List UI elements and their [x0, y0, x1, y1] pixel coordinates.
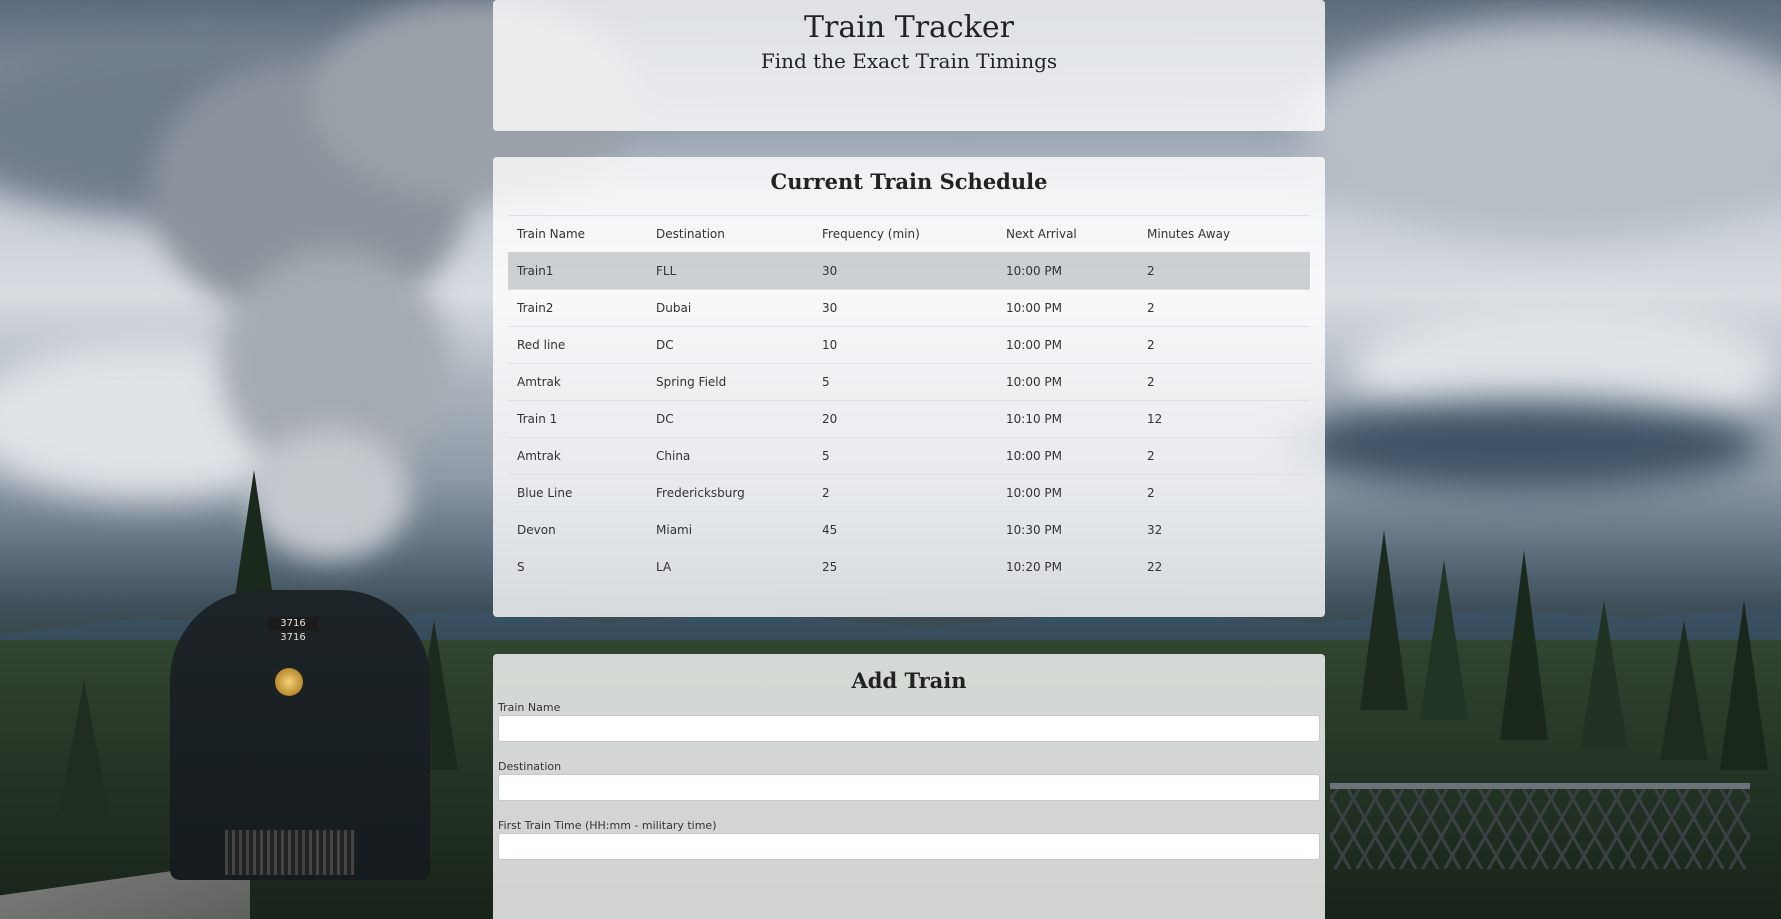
- first-train-time-input[interactable]: [498, 833, 1320, 860]
- header-panel: Train Tracker Find the Exact Train Timin…: [493, 0, 1325, 131]
- cell-frequency: 30: [813, 252, 997, 290]
- cell-train-name: Amtrak: [508, 437, 647, 475]
- cell-destination: Dubai: [647, 289, 813, 327]
- table-row: Train1 FLL 30 10:00 PM 2: [508, 252, 1310, 290]
- page-title: Train Tracker: [804, 10, 1014, 45]
- column-header-destination: Destination: [647, 215, 813, 253]
- cell-train-name: Devon: [508, 511, 647, 549]
- add-train-heading: Add Train: [851, 668, 967, 693]
- tree: [60, 680, 108, 810]
- cell-minutes-away: 2: [1138, 437, 1310, 475]
- tree: [1420, 560, 1468, 720]
- cell-destination: Fredericksburg: [647, 474, 813, 512]
- locomotive-number-plate: 3716 3716: [268, 617, 318, 643]
- cloud: [1290, 400, 1760, 490]
- cell-frequency: 10: [813, 326, 997, 364]
- cell-next-arrival: 10:10 PM: [997, 400, 1138, 438]
- locomotive-cowcatcher: [225, 830, 355, 875]
- destination-group: Destination: [493, 759, 1325, 801]
- train-name-group: Train Name: [493, 700, 1325, 742]
- cell-train-name: Train 1: [508, 400, 647, 438]
- cell-train-name: Amtrak: [508, 363, 647, 401]
- cell-frequency: 25: [813, 548, 997, 586]
- cell-destination: LA: [647, 548, 813, 586]
- cell-train-name: Blue Line: [508, 474, 647, 512]
- cell-next-arrival: 10:20 PM: [997, 548, 1138, 586]
- column-header-frequency: Frequency (min): [813, 215, 997, 253]
- cell-minutes-away: 2: [1138, 326, 1310, 364]
- cell-frequency: 2: [813, 474, 997, 512]
- tree: [1660, 620, 1708, 760]
- tree: [1500, 550, 1548, 740]
- cell-minutes-away: 22: [1138, 548, 1310, 586]
- cell-next-arrival: 10:30 PM: [997, 511, 1138, 549]
- table-row: Train 1 DC 20 10:10 PM 12: [508, 400, 1310, 438]
- cell-destination: FLL: [647, 252, 813, 290]
- table-header-row: Train Name Destination Frequency (min) N…: [508, 215, 1310, 253]
- table-row: S LA 25 10:20 PM 22: [508, 548, 1310, 586]
- column-header-minutes-away: Minutes Away: [1138, 215, 1310, 253]
- tree: [1720, 600, 1768, 770]
- destination-label: Destination: [498, 760, 562, 773]
- cell-next-arrival: 10:00 PM: [997, 289, 1138, 327]
- cell-destination: Spring Field: [647, 363, 813, 401]
- cell-minutes-away: 2: [1138, 289, 1310, 327]
- add-train-panel: Add Train Train Name Destination First T…: [493, 654, 1325, 919]
- cell-frequency: 5: [813, 363, 997, 401]
- cell-frequency: 30: [813, 289, 997, 327]
- column-header-train-name: Train Name: [508, 215, 647, 253]
- cell-frequency: 45: [813, 511, 997, 549]
- table-row: Devon Miami 45 10:30 PM 32: [508, 511, 1310, 549]
- cell-frequency: 20: [813, 400, 997, 438]
- column-header-next-arrival: Next Arrival: [997, 215, 1138, 253]
- cell-minutes-away: 2: [1138, 363, 1310, 401]
- cell-train-name: S: [508, 548, 647, 586]
- cell-destination: DC: [647, 326, 813, 364]
- page-subtitle: Find the Exact Train Timings: [760, 49, 1058, 73]
- table-row: Amtrak China 5 10:00 PM 2: [508, 437, 1310, 475]
- table-row: Red line DC 10 10:00 PM 2: [508, 326, 1310, 364]
- cell-destination: China: [647, 437, 813, 475]
- cell-next-arrival: 10:00 PM: [997, 437, 1138, 475]
- cell-minutes-away: 2: [1138, 252, 1310, 290]
- table-row: Amtrak Spring Field 5 10:00 PM 2: [508, 363, 1310, 401]
- cell-minutes-away: 12: [1138, 400, 1310, 438]
- train-name-label: Train Name: [498, 701, 561, 714]
- cell-train-name: Train1: [508, 252, 647, 290]
- tree: [1580, 600, 1628, 750]
- train-name-input[interactable]: [498, 715, 1320, 742]
- cell-next-arrival: 10:00 PM: [997, 474, 1138, 512]
- cell-next-arrival: 10:00 PM: [997, 252, 1138, 290]
- cell-train-name: Train2: [508, 289, 647, 327]
- first-train-time-label: First Train Time (HH:mm - military time): [498, 819, 717, 832]
- table-row: Blue Line Fredericksburg 2 10:00 PM 2: [508, 474, 1310, 512]
- cell-destination: Miami: [647, 511, 813, 549]
- schedule-heading: Current Train Schedule: [770, 169, 1048, 194]
- tree: [1360, 530, 1408, 710]
- first-train-time-group: First Train Time (HH:mm - military time): [493, 818, 1325, 860]
- schedule-table: Train Name Destination Frequency (min) N…: [508, 215, 1310, 586]
- cell-minutes-away: 32: [1138, 511, 1310, 549]
- locomotive-headlamp: [275, 668, 303, 696]
- destination-input[interactable]: [498, 774, 1320, 801]
- bridge: [1330, 783, 1750, 869]
- cloud: [1300, 20, 1781, 240]
- cell-next-arrival: 10:00 PM: [997, 363, 1138, 401]
- table-row: Train2 Dubai 30 10:00 PM 2: [508, 289, 1310, 327]
- cell-next-arrival: 10:00 PM: [997, 326, 1138, 364]
- cell-minutes-away: 2: [1138, 474, 1310, 512]
- cell-train-name: Red line: [508, 326, 647, 364]
- cell-frequency: 5: [813, 437, 997, 475]
- schedule-panel: Current Train Schedule Train Name Destin…: [493, 157, 1325, 617]
- cell-destination: DC: [647, 400, 813, 438]
